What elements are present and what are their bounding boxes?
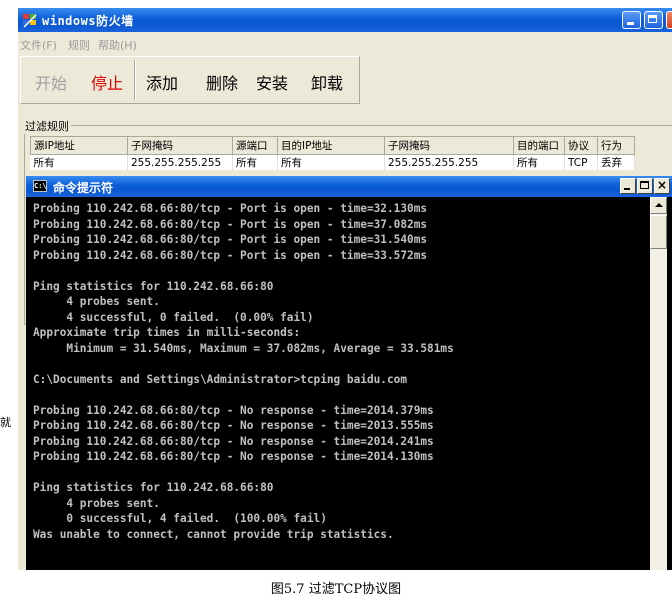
scrollbar-thumb[interactable] (650, 215, 667, 249)
cmd-maximize-button[interactable] (637, 178, 653, 194)
cell-dest-ip: 所有 (277, 154, 385, 170)
minimize-button[interactable] (622, 11, 641, 29)
menu-file[interactable]: 文件(F) (20, 37, 57, 53)
console-line: Was unable to connect, cannot provide tr… (33, 527, 394, 541)
cmd-title: 命令提示符 (53, 181, 114, 195)
cell-source-ip: 所有 (30, 154, 128, 170)
cmd-app-icon: C:\ (33, 180, 47, 192)
cmd-minimize-button[interactable] (620, 178, 636, 194)
cell-dest-port: 所有 (513, 154, 565, 170)
console-line: Probing 110.242.68.66:80/tcp - No respon… (33, 419, 434, 432)
console-line: Ping statistics for 110.242.68.66:80 (33, 481, 274, 494)
add-button[interactable]: 添加 (146, 70, 178, 94)
uninstall-button[interactable]: 卸载 (311, 70, 343, 94)
cmd-vertical-scrollbar[interactable] (650, 197, 667, 570)
close-button[interactable] (666, 11, 672, 29)
menu-help[interactable]: 帮助(H) (98, 37, 137, 53)
stop-button[interactable]: 停止 (91, 70, 123, 94)
column-header-source-ip[interactable]: 源IP地址 (30, 136, 128, 155)
maximize-button[interactable] (644, 11, 663, 29)
table-row[interactable]: 所有 255.255.255.255 所有 所有 255.255.255.255… (30, 154, 635, 170)
toolbar-separator (134, 59, 136, 101)
column-header-source-mask[interactable]: 子网掩码 (127, 136, 233, 155)
rules-table: 源IP地址 子网掩码 源端口 目的IP地址 子网掩码 目的端口 协议 行为 所有… (30, 136, 635, 170)
cell-action: 丢弃 (597, 154, 635, 170)
cell-protocol: TCP (564, 154, 598, 170)
console-line: Probing 110.242.68.66:80/tcp - No respon… (33, 403, 434, 417)
console-line: Ping statistics for 110.242.68.66:80 (33, 279, 274, 293)
rules-group-label: 过滤规则 (23, 118, 71, 134)
console-line: Approximate trip times in milli-seconds: (33, 326, 301, 339)
console-line: Probing 110.242.68.66:80/tcp - Port is o… (33, 233, 428, 246)
column-header-dest-ip[interactable]: 目的IP地址 (277, 136, 385, 155)
delete-button[interactable]: 删除 (206, 70, 238, 94)
console-line: 4 successful, 0 failed. (0.00% fail) (33, 310, 314, 324)
console-line: 0 successful, 4 failed. (100.00% fail) (33, 512, 327, 525)
firewall-title-bar[interactable]: windows防火墙 (18, 8, 672, 32)
console-line: Probing 110.242.68.66:80/tcp - Port is o… (33, 202, 428, 215)
cmd-title-bar[interactable]: C:\ 命令提示符 × (26, 176, 672, 197)
firewall-app-icon (23, 14, 37, 28)
console-output[interactable]: Probing 110.242.68.66:80/tcp - Port is o… (33, 201, 645, 570)
scroll-up-arrow-icon[interactable] (650, 197, 667, 214)
column-header-dest-mask[interactable]: 子网掩码 (384, 136, 514, 155)
toolbar: 开始 停止 添加 删除 安装 卸载 (20, 56, 360, 104)
cell-dest-mask: 255.255.255.255 (384, 154, 514, 170)
rules-table-header-row: 源IP地址 子网掩码 源端口 目的IP地址 子网掩码 目的端口 协议 行为 (30, 136, 635, 155)
command-prompt-window: C:\ 命令提示符 × Probing 110.242.68.66:80/tcp… (26, 176, 672, 570)
column-header-action[interactable]: 行为 (597, 136, 635, 155)
console-line: C:\Documents and Settings\Administrator>… (33, 372, 408, 386)
cmd-close-button[interactable]: × (654, 178, 670, 194)
console-line: 4 probes sent. (33, 295, 160, 308)
console-line: Probing 110.242.68.66:80/tcp - Port is o… (33, 248, 428, 262)
column-header-protocol[interactable]: 协议 (564, 136, 598, 155)
console-line: Probing 110.242.68.66:80/tcp - No respon… (33, 450, 434, 463)
console-line: 4 probes sent. (33, 496, 160, 510)
console-line: Minimum = 31.540ms, Maximum = 37.082ms, … (33, 341, 454, 355)
console-line: Probing 110.242.68.66:80/tcp - Port is o… (33, 217, 428, 231)
console-line: Probing 110.242.68.66:80/tcp - No respon… (33, 434, 434, 448)
start-button[interactable]: 开始 (35, 70, 67, 94)
column-header-source-port[interactable]: 源端口 (232, 136, 278, 155)
menu-rules[interactable]: 规则 (68, 37, 90, 53)
cell-source-port: 所有 (232, 154, 278, 170)
firewall-title: windows防火墙 (42, 14, 134, 28)
install-button[interactable]: 安装 (256, 70, 288, 94)
figure-caption: 图5.7 过滤TCP协议图 (270, 582, 402, 597)
column-header-dest-port[interactable]: 目的端口 (513, 136, 565, 155)
cell-source-mask: 255.255.255.255 (127, 154, 233, 170)
background-text-fragment: 就 (0, 416, 11, 429)
